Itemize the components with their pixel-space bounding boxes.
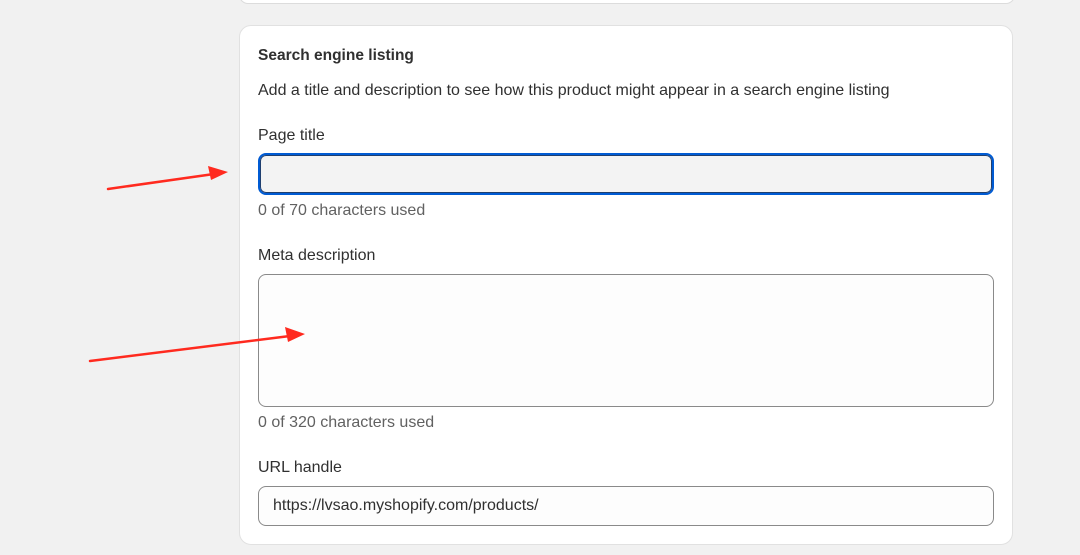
annotation-arrows xyxy=(88,166,305,363)
annotation-arrow-page-title xyxy=(106,166,228,191)
annotation-arrow-meta-description xyxy=(88,327,305,363)
